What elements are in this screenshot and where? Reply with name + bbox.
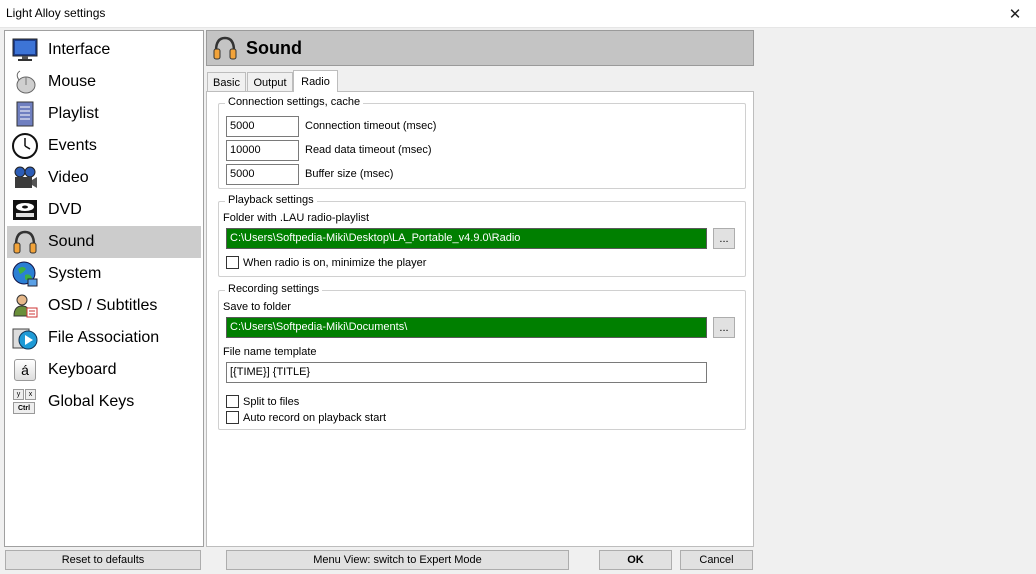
- settings-window: Interface Mouse Playlist Events Video DV…: [1, 28, 1035, 573]
- title-bar: Light Alloy settings ✕: [0, 0, 1036, 28]
- sidebar-item-osd-subtitles[interactable]: OSD / Subtitles: [7, 290, 201, 322]
- save-folder-input[interactable]: C:\Users\Softpedia-Miki\Documents\: [226, 317, 707, 338]
- dvd-icon: [10, 195, 40, 225]
- sidebar-item-global-keys[interactable]: y x Ctrl Global Keys: [7, 386, 201, 418]
- save-folder-label: Save to folder: [223, 301, 291, 313]
- read-data-timeout-input[interactable]: 10000: [226, 140, 299, 161]
- radio-tab-panel: Connection settings, cache 5000 Connecti…: [206, 91, 754, 547]
- connection-timeout-input[interactable]: 5000: [226, 116, 299, 137]
- sidebar-item-system[interactable]: System: [7, 258, 201, 290]
- buffer-size-input[interactable]: 5000: [226, 164, 299, 185]
- buffer-size-label: Buffer size (msec): [305, 168, 394, 180]
- reset-defaults-button[interactable]: Reset to defaults: [5, 550, 201, 570]
- headphones-icon: [10, 227, 40, 257]
- tab-basic[interactable]: Basic: [207, 72, 246, 92]
- radio-playlist-folder-label: Folder with .LAU radio-playlist: [223, 212, 370, 224]
- auto-record-label: Auto record on playback start: [243, 411, 387, 424]
- checkbox-box[interactable]: [226, 411, 239, 424]
- subtitles-icon: [10, 291, 40, 321]
- sidebar-item-file-association[interactable]: File Association: [7, 322, 201, 354]
- tab-strip: Basic Output Radio: [206, 70, 754, 92]
- menu-view-expert-mode-button[interactable]: Menu View: switch to Expert Mode: [226, 550, 569, 570]
- global-keys-icon: y x Ctrl: [10, 387, 40, 417]
- tab-radio[interactable]: Radio: [293, 70, 338, 92]
- clock-icon: [10, 131, 40, 161]
- radio-playlist-browse-button[interactable]: ...: [713, 228, 735, 249]
- read-data-timeout-label: Read data timeout (msec): [305, 144, 432, 156]
- checkbox-box[interactable]: [226, 395, 239, 408]
- sidebar-item-playlist[interactable]: Playlist: [7, 98, 201, 130]
- file-name-template-label: File name template: [223, 346, 317, 358]
- close-icon[interactable]: ✕: [994, 0, 1036, 28]
- ok-button[interactable]: OK: [599, 550, 672, 570]
- category-list: Interface Mouse Playlist Events Video DV…: [4, 30, 204, 547]
- minimize-player-label: When radio is on, minimize the player: [243, 256, 427, 269]
- recording-settings-group: Recording settings Save to folder C:\Use…: [218, 283, 746, 430]
- connection-settings-legend: Connection settings, cache: [225, 96, 364, 108]
- settings-content: Sound Basic Output Radio Connection sett…: [206, 30, 754, 547]
- sidebar-item-interface[interactable]: Interface: [7, 34, 201, 66]
- sidebar-item-events[interactable]: Events: [7, 130, 201, 162]
- sidebar-item-keyboard[interactable]: á Keyboard: [7, 354, 201, 386]
- headphones-icon: [210, 33, 240, 63]
- sidebar-item-sound[interactable]: Sound: [7, 226, 201, 258]
- sidebar-item-video[interactable]: Video: [7, 162, 201, 194]
- page-header: Sound: [206, 30, 754, 66]
- sidebar-item-dvd[interactable]: DVD: [7, 194, 201, 226]
- file-name-template-input[interactable]: [{TIME}] {TITLE}: [226, 362, 707, 383]
- playback-settings-legend: Playback settings: [225, 194, 317, 206]
- split-to-files-checkbox[interactable]: Split to files: [226, 395, 299, 408]
- minimize-player-checkbox[interactable]: When radio is on, minimize the player: [226, 256, 426, 269]
- save-folder-browse-button[interactable]: ...: [713, 317, 735, 338]
- page-title: Sound: [246, 37, 302, 58]
- connection-settings-group: Connection settings, cache 5000 Connecti…: [218, 96, 746, 189]
- camera-icon: [10, 163, 40, 193]
- tab-output[interactable]: Output: [247, 72, 293, 92]
- radio-playlist-folder-input[interactable]: C:\Users\Softpedia-Miki\Desktop\LA_Porta…: [226, 228, 707, 249]
- globe-icon: [10, 259, 40, 289]
- connection-timeout-label: Connection timeout (msec): [305, 120, 437, 132]
- file-association-icon: [10, 323, 40, 353]
- playback-settings-group: Playback settings Folder with .LAU radio…: [218, 194, 746, 277]
- checkbox-box[interactable]: [226, 256, 239, 269]
- cancel-button[interactable]: Cancel: [680, 550, 753, 570]
- keyboard-icon: á: [10, 355, 40, 385]
- auto-record-checkbox[interactable]: Auto record on playback start: [226, 411, 386, 424]
- mouse-icon: [10, 67, 40, 97]
- monitor-icon: [10, 35, 40, 65]
- window-title: Light Alloy settings: [6, 6, 106, 20]
- recording-settings-legend: Recording settings: [225, 283, 323, 295]
- playlist-icon: [10, 99, 40, 129]
- sidebar-item-mouse[interactable]: Mouse: [7, 66, 201, 98]
- split-to-files-label: Split to files: [243, 395, 300, 408]
